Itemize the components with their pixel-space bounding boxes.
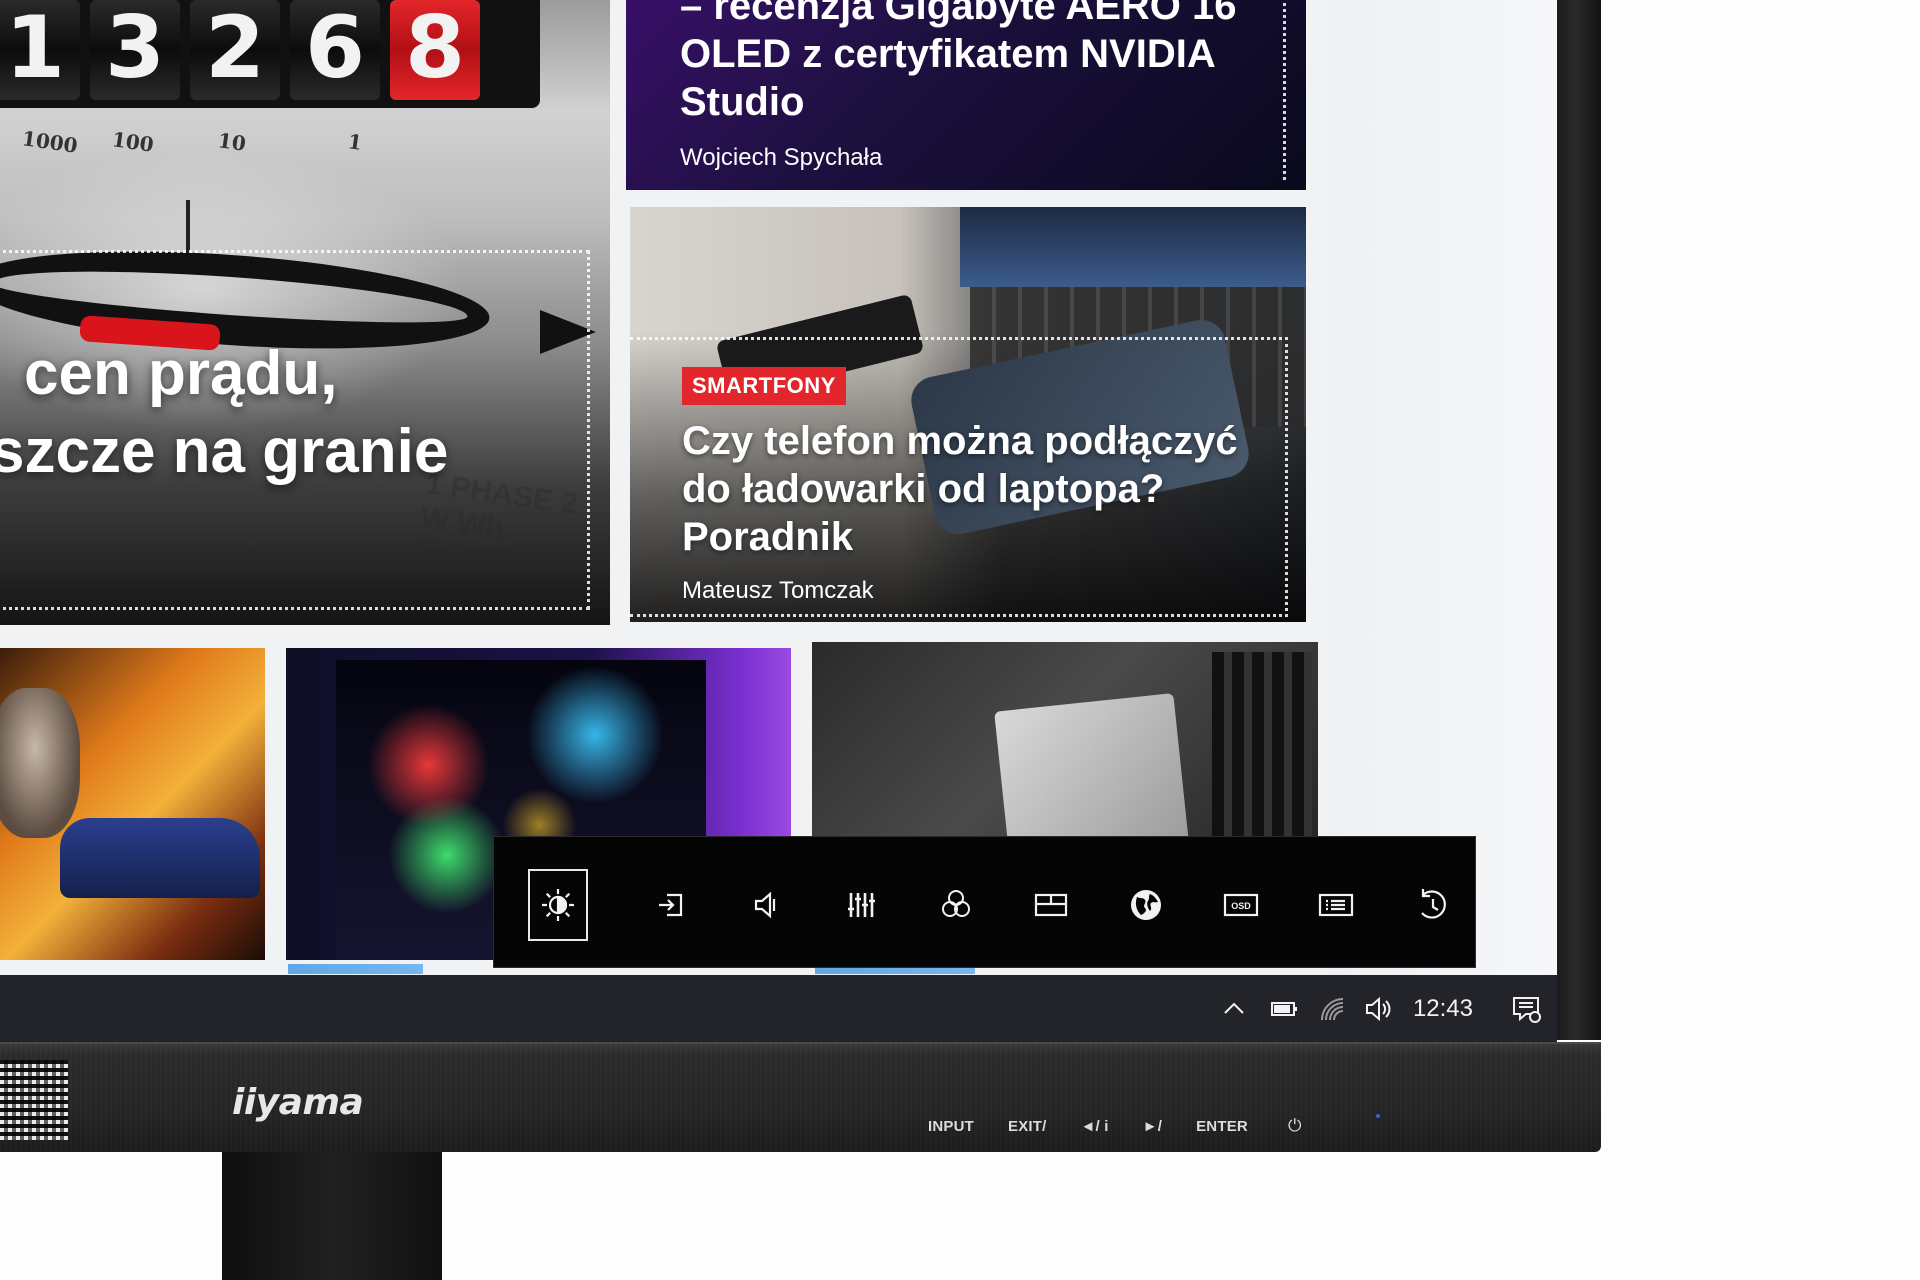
counter-digit: 2	[190, 0, 280, 100]
scale-mark: 10	[216, 128, 248, 156]
system-tray: 12:43	[1209, 975, 1557, 1042]
osd-brightness-button[interactable]	[528, 869, 588, 941]
brightness-icon	[542, 889, 574, 921]
osd-image-adjust-button[interactable]	[1003, 869, 1098, 941]
qr-code-sticker	[0, 1060, 68, 1140]
picture-adjust-icon	[1034, 893, 1067, 917]
input-button-label[interactable]: INPUT	[928, 1118, 974, 1135]
input-icon	[658, 893, 682, 917]
right-button-label[interactable]: ►/	[1143, 1118, 1162, 1135]
article-title[interactable]: Czy telefon można podłączyć do ładowarki…	[682, 417, 1282, 561]
hero-article-card[interactable]: 1 3 2 6 8 1000 100 10 1 1 PHASE 2 W Wh M…	[0, 0, 610, 625]
monitor-screen: 1 3 2 6 8 1000 100 10 1 1 PHASE 2 W Wh M…	[0, 0, 1557, 1042]
osd-icon: OSD	[1223, 893, 1258, 917]
hero-title-line: szcze na granie	[0, 417, 449, 486]
language-globe-icon	[1130, 890, 1161, 920]
game-character-image	[0, 688, 80, 838]
hero-title[interactable]: cen prądu, szcze na granie	[0, 335, 610, 491]
article-title[interactable]: – recenzja Gigabyte AERO 16 OLED z certy…	[680, 0, 1280, 126]
article-author: Wojciech Spychała	[680, 144, 883, 171]
show-hidden-icons-button[interactable]	[1209, 975, 1259, 1042]
battery-icon	[1270, 1001, 1297, 1016]
speaker-icon	[1365, 996, 1391, 1021]
exit-button-label[interactable]: EXIT/	[1008, 1118, 1047, 1135]
battery-button[interactable]	[1259, 975, 1309, 1042]
osd-icon-label: OSD	[1231, 901, 1251, 911]
reset-icon	[1420, 889, 1446, 919]
wifi-icon	[1320, 997, 1344, 1020]
osd-language-button[interactable]	[1098, 869, 1193, 941]
notification-center-button[interactable]	[1495, 975, 1557, 1042]
hero-title-line: cen prądu,	[24, 339, 338, 408]
brand-logo: iiyama	[232, 1082, 364, 1123]
section-label-peek	[288, 964, 423, 974]
volume-icon	[754, 891, 775, 919]
osd-information-button[interactable]	[1288, 869, 1383, 941]
chevron-up-icon	[1224, 1002, 1244, 1014]
notification-icon	[1513, 996, 1541, 1023]
equalizer-icon	[847, 893, 875, 917]
meter-scale: 1000 100 10 1	[0, 126, 420, 160]
monitor-stand	[222, 1152, 442, 1280]
power-icon[interactable]: ⏻	[1288, 1116, 1301, 1136]
monitor-control-labels: INPUT EXIT/ ◄/ i ►/ ENTER ⏻	[928, 1116, 1301, 1136]
scale-mark: 1	[346, 129, 364, 155]
information-icon	[1318, 893, 1353, 917]
volume-button[interactable]	[1355, 975, 1401, 1042]
osd-input-button[interactable]	[623, 869, 718, 941]
race-car-image	[60, 818, 260, 898]
osd-audio-button[interactable]	[718, 869, 813, 941]
article-card-phone-charging[interactable]: SMARTFONY Czy telefon można podłączyć do…	[630, 207, 1306, 622]
left-button-label[interactable]: ◄/ i	[1081, 1118, 1109, 1135]
windows-taskbar: 12:43	[0, 975, 1557, 1042]
network-button[interactable]	[1309, 975, 1355, 1042]
page-right-margin	[1327, 0, 1557, 975]
color-rgb-icon	[941, 890, 970, 917]
counter-digit: 3	[90, 0, 180, 100]
scale-mark: 100	[110, 127, 156, 157]
taskbar-clock[interactable]: 12:43	[1401, 975, 1495, 1042]
osd-picture-settings-button[interactable]	[813, 869, 908, 941]
counter-digit: 6	[290, 0, 380, 100]
osd-color-button[interactable]	[908, 869, 1003, 941]
article-author: Mateusz Tomczak	[682, 577, 874, 604]
scale-mark: 1000	[20, 126, 80, 158]
osd-setup-button[interactable]: OSD	[1193, 869, 1288, 941]
osd-menu-bar: OSD	[493, 836, 1476, 968]
article-card-aero[interactable]: – recenzja Gigabyte AERO 16 OLED z certy…	[626, 0, 1306, 190]
counter-digit: 1	[0, 0, 80, 100]
energy-meter-counter: 1 3 2 6 8	[0, 0, 540, 108]
osd-reset-button[interactable]	[1383, 869, 1478, 941]
thumbnail-games[interactable]	[0, 648, 265, 960]
counter-digit-red: 8	[390, 0, 480, 100]
monitor-right-bezel	[1557, 0, 1601, 1040]
laptop-screen-image	[960, 207, 1306, 287]
enter-button-label[interactable]: ENTER	[1196, 1118, 1248, 1135]
monitor-photo: 1 3 2 6 8 1000 100 10 1 1 PHASE 2 W Wh M…	[0, 0, 1920, 1280]
power-led	[1376, 1114, 1380, 1118]
category-badge[interactable]: SMARTFONY	[682, 367, 846, 405]
